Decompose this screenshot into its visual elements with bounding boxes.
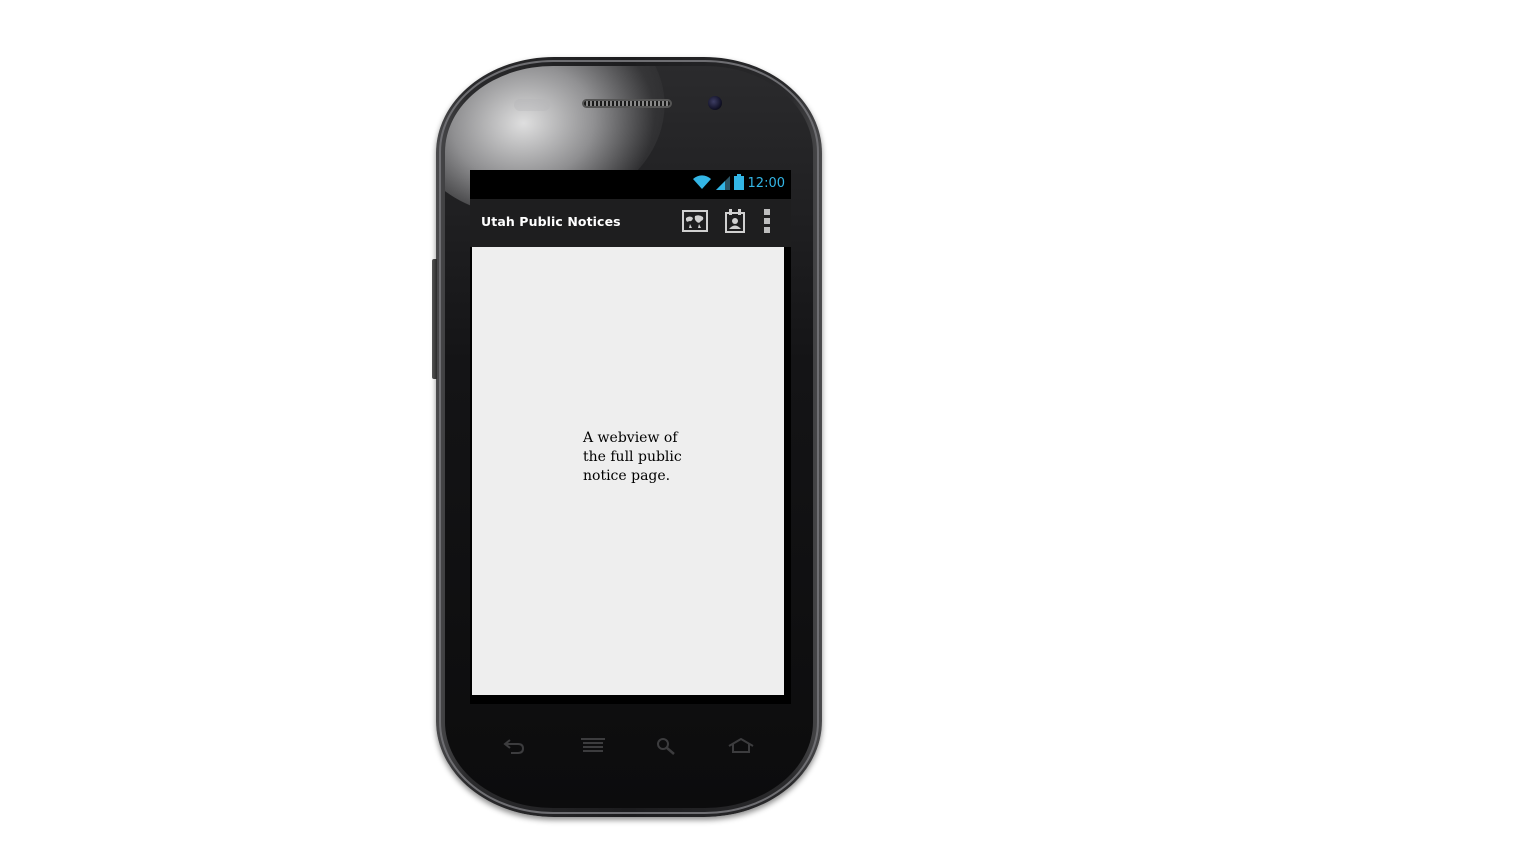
earpiece-speaker: [582, 99, 672, 108]
calendar-contact-button[interactable]: [721, 209, 749, 237]
back-button[interactable]: [501, 737, 527, 759]
screen: 12:00 Utah Public Notices A webview of t…: [470, 170, 791, 704]
softkeys: [498, 737, 758, 759]
front-camera-icon: [708, 96, 722, 110]
search-icon: [656, 737, 676, 759]
menu-icon: [581, 738, 605, 758]
map-icon: [682, 210, 708, 236]
map-button[interactable]: [681, 209, 709, 237]
status-icons: 12:00: [692, 174, 785, 194]
home-button[interactable]: [728, 737, 754, 759]
back-icon: [502, 738, 526, 758]
proximity-sensor: [514, 99, 550, 111]
overflow-menu-icon: [763, 208, 771, 238]
search-button[interactable]: [653, 737, 679, 759]
wifi-icon: [692, 174, 712, 194]
home-icon: [728, 737, 754, 758]
menu-button[interactable]: [580, 737, 606, 759]
calendar-contact-icon: [724, 209, 746, 237]
action-bar: Utah Public Notices: [470, 199, 791, 247]
app-title: Utah Public Notices: [481, 214, 621, 229]
status-time: 12:00: [747, 176, 785, 191]
overflow-menu-button[interactable]: [753, 209, 781, 237]
status-bar: 12:00: [470, 170, 791, 199]
volume-button[interactable]: [432, 259, 437, 379]
signal-icon: [715, 174, 730, 194]
phone-frame: 12:00 Utah Public Notices A webview of t…: [432, 57, 822, 817]
webview-placeholder-text: A webview of the full public notice page…: [583, 430, 682, 484]
battery-icon: [733, 174, 744, 194]
webview-content[interactable]: A webview of the full public notice page…: [472, 247, 784, 695]
